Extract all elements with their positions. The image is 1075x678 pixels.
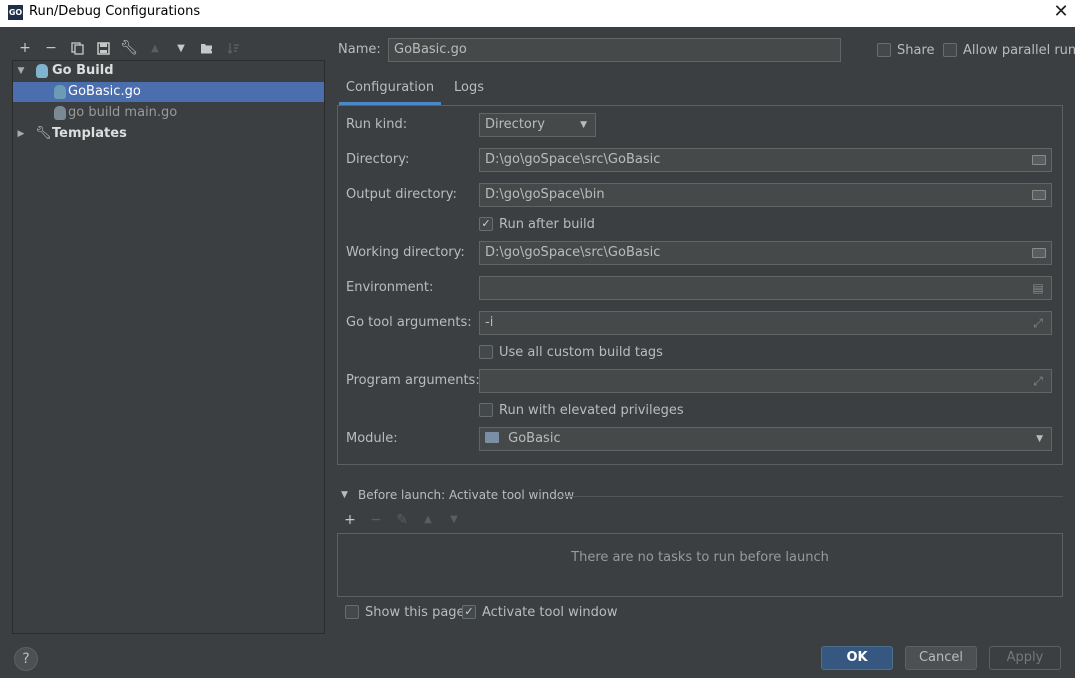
run-kind-dropdown[interactable]: Directory ▼ (479, 113, 596, 137)
custom-build-tags-label: Use all custom build tags (499, 345, 663, 360)
chevron-down-icon[interactable]: ▼ (15, 61, 27, 81)
share-checkbox[interactable] (877, 43, 891, 57)
tree-group-go-build[interactable]: ▼ Go Build (13, 61, 324, 81)
allow-parallel-label: Allow parallel run (963, 43, 1075, 58)
activate-tool-window-label: Activate tool window (482, 605, 618, 620)
name-label: Name: (338, 42, 381, 57)
collapse-chevron-icon[interactable]: ▼ (341, 490, 348, 500)
move-down-icon[interactable]: ▼ (172, 39, 190, 57)
new-folder-icon[interactable] (198, 39, 216, 57)
output-directory-input[interactable]: D:\go\goSpace\bin (479, 183, 1052, 207)
tree-item-go-build-main[interactable]: go build main.go (13, 103, 324, 123)
name-input[interactable]: GoBasic.go (388, 38, 841, 62)
cancel-button[interactable]: Cancel (905, 646, 977, 670)
show-this-page-checkbox[interactable] (345, 605, 359, 619)
expand-icon[interactable]: ⤢ (1031, 316, 1045, 330)
remove-icon[interactable]: − (42, 39, 60, 57)
before-launch-task-list: There are no tasks to run before launch (337, 533, 1063, 597)
gopher-icon (54, 106, 66, 120)
program-arguments-input[interactable]: ⤢ (479, 369, 1052, 393)
copy-icon[interactable] (68, 39, 86, 57)
configuration-tree[interactable]: ▼ Go Build GoBasic.go go build main.go ▶… (12, 60, 325, 634)
run-after-build-checkbox[interactable]: ✓ (479, 217, 493, 231)
run-kind-value: Directory (485, 117, 545, 132)
show-this-page-label: Show this page (365, 605, 465, 620)
tree-group-label: Templates (52, 126, 127, 141)
browse-folder-icon[interactable] (1032, 248, 1046, 258)
divider (556, 496, 1063, 497)
output-directory-label: Output directory: (346, 187, 457, 202)
working-directory-value: D:\go\goSpace\src\GoBasic (485, 245, 661, 260)
apply-button[interactable]: Apply (989, 646, 1061, 670)
wrench-icon: 🔧︎ (35, 126, 52, 141)
add-task-icon[interactable]: + (342, 512, 358, 528)
move-up-icon[interactable]: ▲ (146, 39, 164, 57)
help-button[interactable]: ? (14, 647, 38, 671)
share-label: Share (897, 43, 935, 58)
directory-input[interactable]: D:\go\goSpace\src\GoBasic (479, 148, 1052, 172)
chevron-right-icon[interactable]: ▶ (15, 124, 27, 144)
wrench-icon[interactable]: 🔧︎ (120, 39, 138, 57)
window-title: Run/Debug Configurations (29, 4, 201, 19)
module-dropdown[interactable]: GoBasic ▼ (479, 427, 1052, 451)
close-icon[interactable]: ✕ (1052, 2, 1070, 22)
sort-icon[interactable] (224, 39, 242, 57)
tree-item-gobasic[interactable]: GoBasic.go (13, 82, 324, 102)
tab-logs[interactable]: Logs (447, 76, 491, 105)
custom-build-tags-checkbox[interactable] (479, 345, 493, 359)
gopher-icon (36, 64, 48, 78)
elevated-privileges-checkbox[interactable] (479, 403, 493, 417)
ok-button[interactable]: OK (821, 646, 893, 670)
tree-group-label: Go Build (52, 63, 114, 78)
go-tool-arguments-value: -i (485, 315, 494, 330)
tree-item-label: GoBasic.go (68, 84, 141, 99)
run-after-build-label: Run after build (499, 217, 595, 232)
gopher-icon (54, 85, 66, 99)
tab-configuration[interactable]: Configuration (339, 76, 441, 105)
add-icon[interactable]: + (16, 39, 34, 57)
before-launch-title: Before launch: Activate tool window (358, 488, 575, 502)
module-value: GoBasic (508, 431, 561, 446)
go-tool-arguments-label: Go tool arguments: (346, 315, 472, 330)
output-directory-value: D:\go\goSpace\bin (485, 187, 605, 202)
elevated-privileges-label: Run with elevated privileges (499, 403, 684, 418)
go-tool-arguments-input[interactable]: -i ⤢ (479, 311, 1052, 335)
working-directory-input[interactable]: D:\go\goSpace\src\GoBasic (479, 241, 1052, 265)
environment-input[interactable]: ▤ (479, 276, 1052, 300)
environment-label: Environment: (346, 280, 434, 295)
remove-task-icon[interactable]: − (368, 512, 384, 528)
chevron-down-icon: ▼ (1036, 434, 1043, 444)
program-arguments-label: Program arguments: (346, 373, 480, 388)
allow-parallel-checkbox[interactable] (943, 43, 957, 57)
tree-group-templates[interactable]: ▶ 🔧︎ Templates (13, 124, 324, 144)
browse-folder-icon[interactable] (1032, 190, 1046, 200)
edit-environment-icon[interactable]: ▤ (1031, 281, 1045, 295)
move-task-up-icon[interactable]: ▲ (420, 512, 436, 528)
title-bar: GO Run/Debug Configurations ✕ (0, 0, 1075, 27)
goland-app-icon: GO (8, 5, 23, 20)
save-icon[interactable] (94, 39, 112, 57)
edit-task-icon[interactable]: ✎ (394, 512, 410, 528)
expand-icon[interactable]: ⤢ (1031, 374, 1045, 388)
run-kind-label: Run kind: (346, 117, 408, 132)
directory-value: D:\go\goSpace\src\GoBasic (485, 152, 661, 167)
activate-tool-window-checkbox[interactable]: ✓ (462, 605, 476, 619)
empty-tasks-text: There are no tasks to run before launch (571, 550, 829, 565)
directory-label: Directory: (346, 152, 410, 167)
browse-folder-icon[interactable] (1032, 155, 1046, 165)
module-folder-icon (485, 432, 499, 443)
working-directory-label: Working directory: (346, 245, 465, 260)
move-task-down-icon[interactable]: ▼ (446, 512, 462, 528)
module-label: Module: (346, 431, 398, 446)
tree-item-label: go build main.go (68, 105, 178, 120)
chevron-down-icon: ▼ (580, 120, 587, 130)
